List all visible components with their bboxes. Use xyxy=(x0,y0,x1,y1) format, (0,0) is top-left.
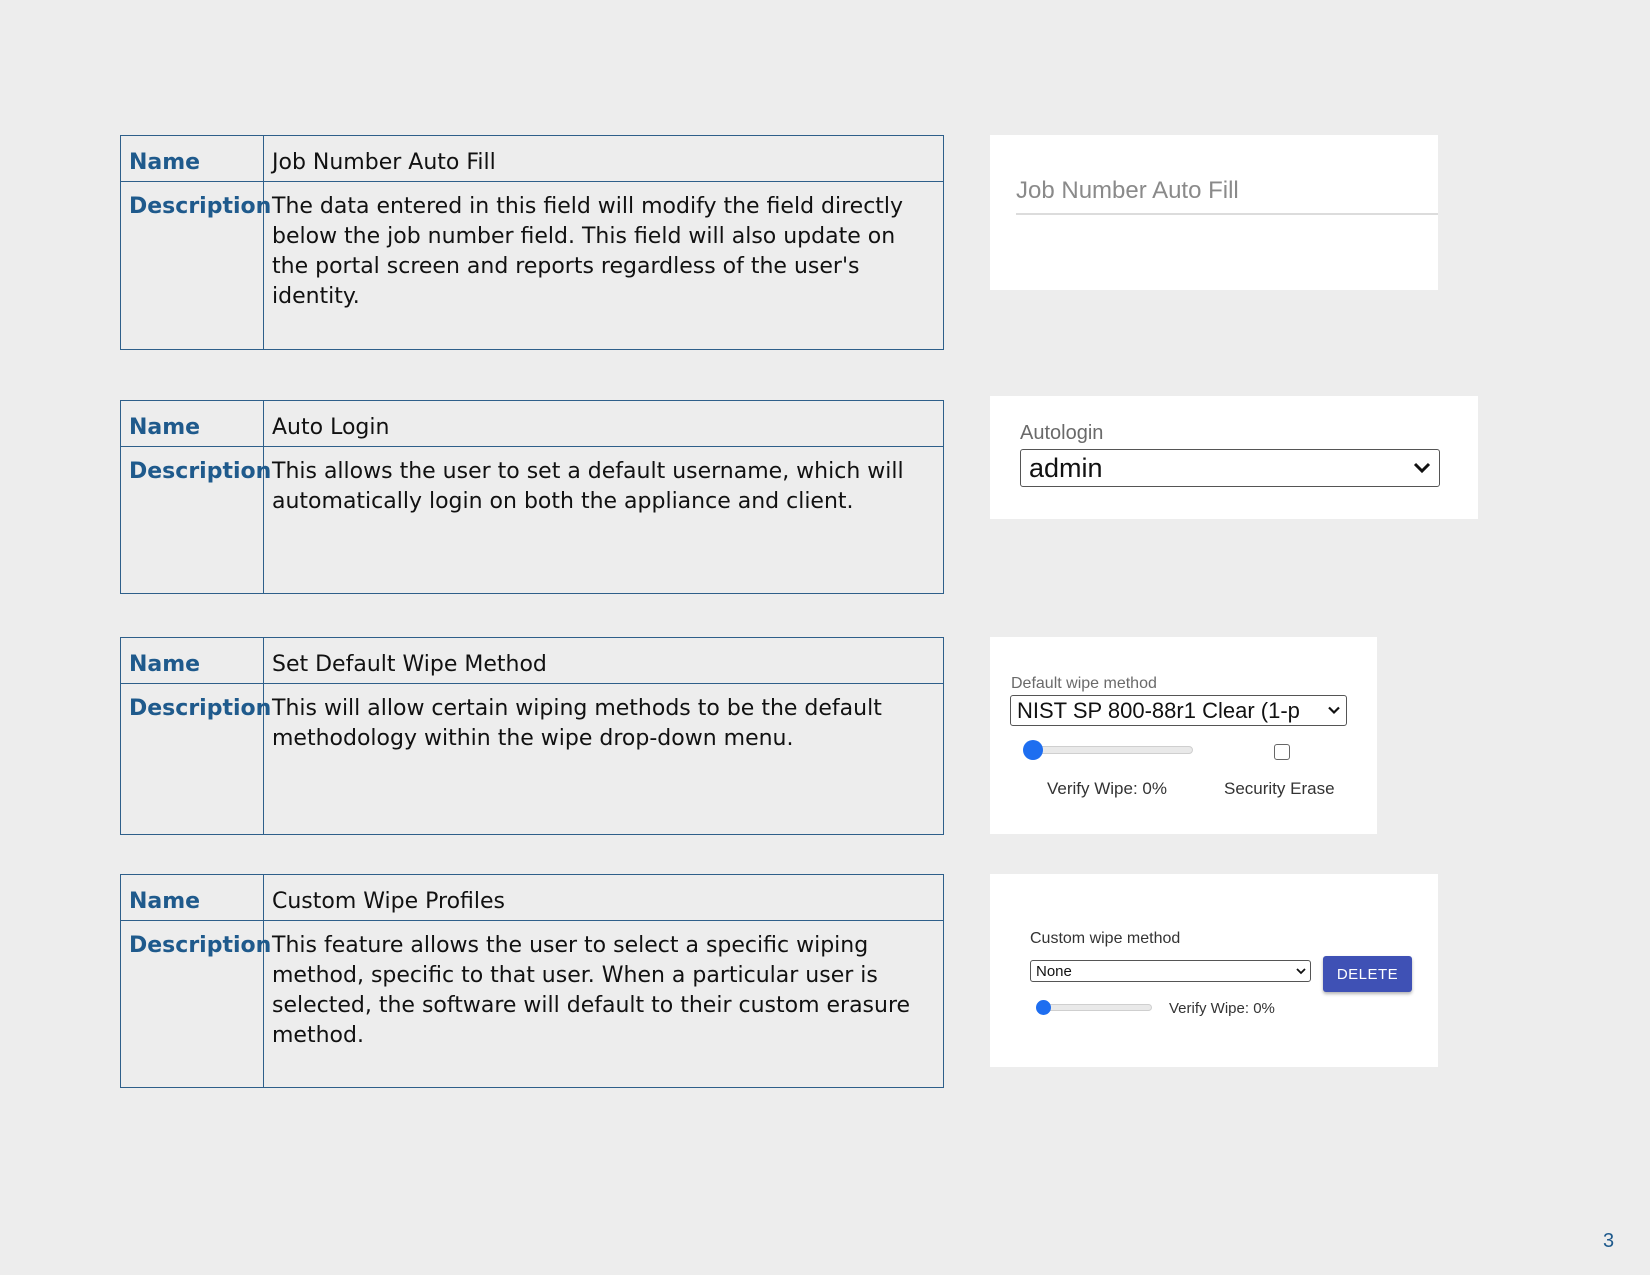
name-key: Name xyxy=(120,135,264,182)
feature-name-row: Name Set Default Wipe Method xyxy=(120,637,944,684)
feature-name: Auto Login xyxy=(263,400,944,447)
verify-wipe-label: Verify Wipe: 0% xyxy=(1047,779,1167,798)
feature-table-custom-wipe: Name Custom Wipe Profiles Description Th… xyxy=(120,874,944,1088)
chevron-down-icon xyxy=(1296,967,1306,975)
verify-wipe-slider-thumb[interactable] xyxy=(1023,740,1043,760)
feature-description-row: Description This allows the user to set … xyxy=(120,446,944,594)
custom-wipe-selected-value: None xyxy=(1036,962,1072,980)
verify-wipe-slider[interactable] xyxy=(1025,746,1193,754)
feature-description: This feature allows the user to select a… xyxy=(263,920,944,1088)
feature-description-row: Description This feature allows the user… xyxy=(120,920,944,1088)
feature-name: Job Number Auto Fill xyxy=(263,135,944,182)
autologin-label: Autologin xyxy=(1020,422,1104,444)
description-key: Description xyxy=(120,181,271,350)
default-wipe-selected-value: NIST SP 800-88r1 Clear (1-p xyxy=(1017,697,1300,723)
name-key: Name xyxy=(120,400,264,447)
feature-table-auto-login: Name Auto Login Description This allows … xyxy=(120,400,944,594)
page-number: 3 xyxy=(1603,1230,1615,1252)
chevron-down-icon xyxy=(1328,706,1340,715)
delete-button[interactable]: DELETE xyxy=(1323,956,1412,992)
feature-name-row: Name Job Number Auto Fill xyxy=(120,135,944,182)
default-wipe-label: Default wipe method xyxy=(1011,675,1157,692)
job-number-autofill-input[interactable] xyxy=(1016,169,1438,215)
autologin-select[interactable]: admin xyxy=(1020,449,1440,487)
name-key: Name xyxy=(120,637,264,684)
security-erase-label: Security Erase xyxy=(1224,779,1335,798)
feature-description: This allows the user to set a default us… xyxy=(263,446,944,594)
custom-verify-wipe-label: Verify Wipe: 0% xyxy=(1169,1000,1275,1017)
custom-wipe-panel: Custom wipe method None DELETE Verify Wi… xyxy=(990,874,1438,1067)
feature-name: Custom Wipe Profiles xyxy=(263,874,944,921)
custom-wipe-label: Custom wipe method xyxy=(1030,930,1181,947)
custom-verify-wipe-slider[interactable] xyxy=(1038,1004,1152,1011)
default-wipe-panel: Default wipe method NIST SP 800-88r1 Cle… xyxy=(990,637,1377,834)
custom-wipe-select[interactable]: None xyxy=(1030,960,1311,982)
feature-description: This will allow certain wiping methods t… xyxy=(263,683,944,835)
feature-name-row: Name Auto Login xyxy=(120,400,944,447)
feature-description: The data entered in this field will modi… xyxy=(263,181,944,350)
feature-description-row: Description This will allow certain wipi… xyxy=(120,683,944,835)
default-wipe-select[interactable]: NIST SP 800-88r1 Clear (1-p xyxy=(1010,695,1347,726)
feature-description-row: Description The data entered in this fie… xyxy=(120,181,944,350)
autologin-panel: Autologin admin xyxy=(990,396,1478,519)
description-key: Description xyxy=(120,683,271,835)
autologin-selected-value: admin xyxy=(1029,452,1103,483)
description-key: Description xyxy=(120,920,271,1088)
chevron-down-icon xyxy=(1413,462,1431,474)
custom-verify-wipe-slider-thumb[interactable] xyxy=(1036,1000,1051,1015)
feature-name: Set Default Wipe Method xyxy=(263,637,944,684)
job-number-panel xyxy=(990,135,1438,290)
name-key: Name xyxy=(120,874,264,921)
description-key: Description xyxy=(120,446,271,594)
feature-table-job-number: Name Job Number Auto Fill Description Th… xyxy=(120,135,944,350)
feature-table-default-wipe: Name Set Default Wipe Method Description… xyxy=(120,637,944,835)
security-erase-checkbox[interactable] xyxy=(1274,744,1290,760)
feature-name-row: Name Custom Wipe Profiles xyxy=(120,874,944,921)
